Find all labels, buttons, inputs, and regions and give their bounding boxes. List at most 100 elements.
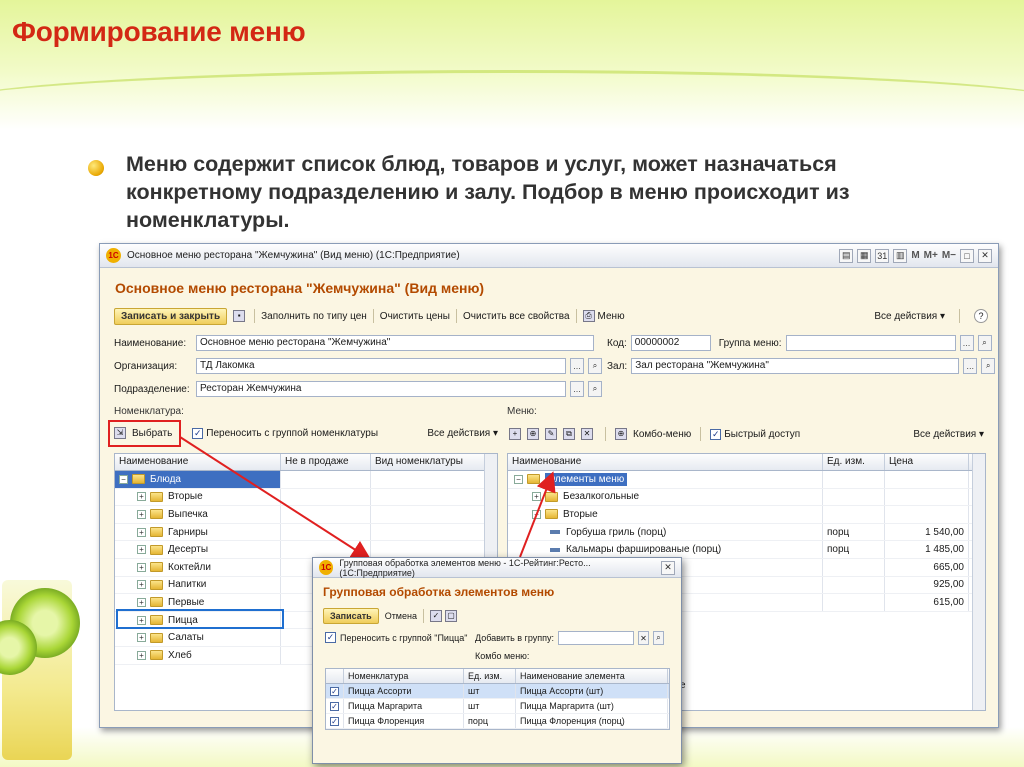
column-header[interactable]: Не в продаже: [281, 454, 371, 470]
column-header[interactable]: Вид номенклатуры: [371, 454, 485, 470]
group-search-icon[interactable]: ⌕: [977, 335, 992, 351]
clear-icon[interactable]: ✕: [638, 631, 649, 645]
expand-toggle-icon[interactable]: −: [532, 509, 541, 519]
org-field[interactable]: ТД Лакомка: [196, 358, 566, 374]
edit-icon[interactable]: ✎: [545, 428, 557, 440]
column-header[interactable]: Ед. изм.: [464, 669, 516, 683]
dept-select-button[interactable]: …: [570, 381, 584, 397]
menu-button[interactable]: Меню: [598, 311, 625, 322]
row-checkbox[interactable]: ✓: [330, 716, 339, 726]
name-cell[interactable]: + Коктейли: [115, 558, 281, 576]
restore-icon[interactable]: □: [960, 248, 974, 263]
quick-access-checkbox[interactable]: ✓: [710, 428, 722, 440]
name-cell[interactable]: − Блюда: [115, 471, 281, 488]
hall-search-icon[interactable]: ⌕: [981, 358, 996, 374]
add-icon[interactable]: +: [509, 428, 521, 440]
column-header[interactable]: Ед. изм.: [823, 454, 885, 470]
uncheck-all-icon[interactable]: ▢: [444, 610, 457, 622]
table-row[interactable]: − Блюда: [115, 471, 497, 489]
table-row[interactable]: + Безалкогольные: [508, 488, 985, 507]
dialog-transfer-checkbox[interactable]: ✓: [325, 632, 336, 643]
name-cell[interactable]: − Элементы меню: [508, 471, 823, 488]
right-all-actions-button[interactable]: Все действия ▾: [913, 429, 984, 440]
name-cell[interactable]: Горбуша гриль (порц): [508, 523, 823, 541]
expand-toggle-icon[interactable]: +: [137, 650, 146, 660]
name-cell[interactable]: + Безалкогольные: [508, 488, 823, 506]
add-group-icon[interactable]: ⊕: [527, 428, 539, 440]
hall-select-button[interactable]: …: [963, 358, 978, 374]
copy-icon[interactable]: ⧉: [563, 428, 575, 440]
scrollbar[interactable]: [972, 454, 985, 710]
name-cell[interactable]: + Хлеб: [115, 646, 281, 664]
calculator-icon[interactable]: ▥: [893, 248, 908, 263]
table-row[interactable]: ✓ Пицца Маргарита шт Пицца Маргарита (шт): [326, 699, 669, 714]
name-cell[interactable]: + Гарниры: [115, 523, 281, 541]
table-icon[interactable]: ▦: [857, 248, 872, 263]
column-header[interactable]: Номенклатура: [344, 669, 464, 683]
table-row[interactable]: + Гарниры: [115, 523, 497, 542]
save-icon[interactable]: ▪: [233, 310, 246, 322]
expand-toggle-icon[interactable]: +: [137, 597, 146, 607]
name-cell[interactable]: + Салаты: [115, 629, 281, 646]
name-cell[interactable]: + Напитки: [115, 576, 281, 594]
group-select-button[interactable]: …: [959, 335, 974, 351]
name-cell[interactable]: + Вторые: [115, 488, 281, 506]
combo-icon[interactable]: ⊕: [615, 428, 627, 440]
dept-field[interactable]: Ресторан Жемчужина: [196, 381, 566, 397]
column-header[interactable]: Наименование: [508, 454, 823, 470]
expand-toggle-icon[interactable]: +: [532, 492, 541, 502]
fill-by-type-button[interactable]: Заполнить по типу цен: [261, 311, 367, 322]
save-close-button[interactable]: Записать и закрыть: [114, 307, 228, 325]
all-actions-button[interactable]: Все действия ▾: [874, 311, 945, 322]
check-all-icon[interactable]: ✓: [429, 610, 442, 622]
name-cell[interactable]: Кальмары фаршированые (порц): [508, 541, 823, 558]
memory-button[interactable]: M: [911, 249, 919, 263]
memory-minus-button[interactable]: M−: [942, 249, 956, 263]
dialog-table[interactable]: Номенклатура Ед. изм. Наименование элеме…: [325, 668, 670, 730]
group-field[interactable]: [785, 335, 956, 351]
dialog-close-icon[interactable]: ✕: [661, 560, 675, 575]
combo-menu-button[interactable]: Комбо-меню: [633, 429, 691, 440]
expand-toggle-icon[interactable]: +: [137, 580, 146, 590]
expand-toggle-icon[interactable]: −: [119, 474, 128, 484]
add-to-group-field[interactable]: [558, 631, 634, 645]
check-cell[interactable]: ✓: [326, 714, 344, 728]
expand-toggle-icon[interactable]: −: [514, 474, 523, 484]
clear-prices-button[interactable]: Очистить цены: [380, 311, 450, 322]
clear-props-button[interactable]: Очистить все свойства: [463, 311, 570, 322]
print-icon[interactable]: ⎙: [582, 310, 595, 322]
expand-toggle-icon[interactable]: +: [137, 545, 146, 555]
expand-toggle-icon[interactable]: +: [137, 509, 146, 519]
row-checkbox[interactable]: ✓: [330, 686, 339, 696]
expand-toggle-icon[interactable]: +: [137, 527, 146, 537]
expand-toggle-icon[interactable]: +: [137, 562, 146, 572]
calendar-icon[interactable]: 31: [875, 248, 890, 263]
check-cell[interactable]: ✓: [326, 699, 344, 713]
column-header[interactable]: Наименование: [115, 454, 281, 470]
expand-toggle-icon[interactable]: +: [137, 492, 146, 502]
code-field[interactable]: 00000002: [630, 335, 711, 351]
name-cell[interactable]: − Вторые: [508, 506, 823, 523]
row-checkbox[interactable]: ✓: [330, 701, 339, 711]
table-row[interactable]: Горбуша гриль (порц) порц 1 540,00: [508, 523, 985, 542]
column-header[interactable]: Наименование элемента: [516, 669, 668, 683]
transfer-group-checkbox[interactable]: ✓: [192, 427, 204, 439]
name-cell[interactable]: + Выпечка: [115, 506, 281, 523]
dept-search-icon[interactable]: ⌕: [588, 381, 602, 397]
table-row[interactable]: ✓ Пицца Флоренция порц Пицца Флоренция (пор…: [326, 714, 669, 729]
delete-icon[interactable]: ✕: [581, 428, 593, 440]
column-header[interactable]: Цена: [885, 454, 969, 470]
check-cell[interactable]: ✓: [326, 684, 344, 698]
org-select-button[interactable]: …: [570, 358, 584, 374]
table-row[interactable]: + Вторые: [115, 488, 497, 507]
table-row[interactable]: + Выпечка: [115, 506, 497, 524]
dialog-cancel-button[interactable]: Отмена: [385, 611, 417, 621]
org-search-icon[interactable]: ⌕: [588, 358, 602, 374]
name-field[interactable]: Основное меню ресторана "Жемчужина": [196, 335, 594, 351]
memory-plus-button[interactable]: M+: [924, 249, 938, 263]
name-cell[interactable]: + Десерты: [115, 541, 281, 558]
expand-toggle-icon[interactable]: +: [137, 633, 146, 643]
close-icon[interactable]: ✕: [978, 248, 992, 263]
help-icon[interactable]: ?: [974, 309, 988, 323]
note-icon[interactable]: ▤: [839, 248, 854, 263]
